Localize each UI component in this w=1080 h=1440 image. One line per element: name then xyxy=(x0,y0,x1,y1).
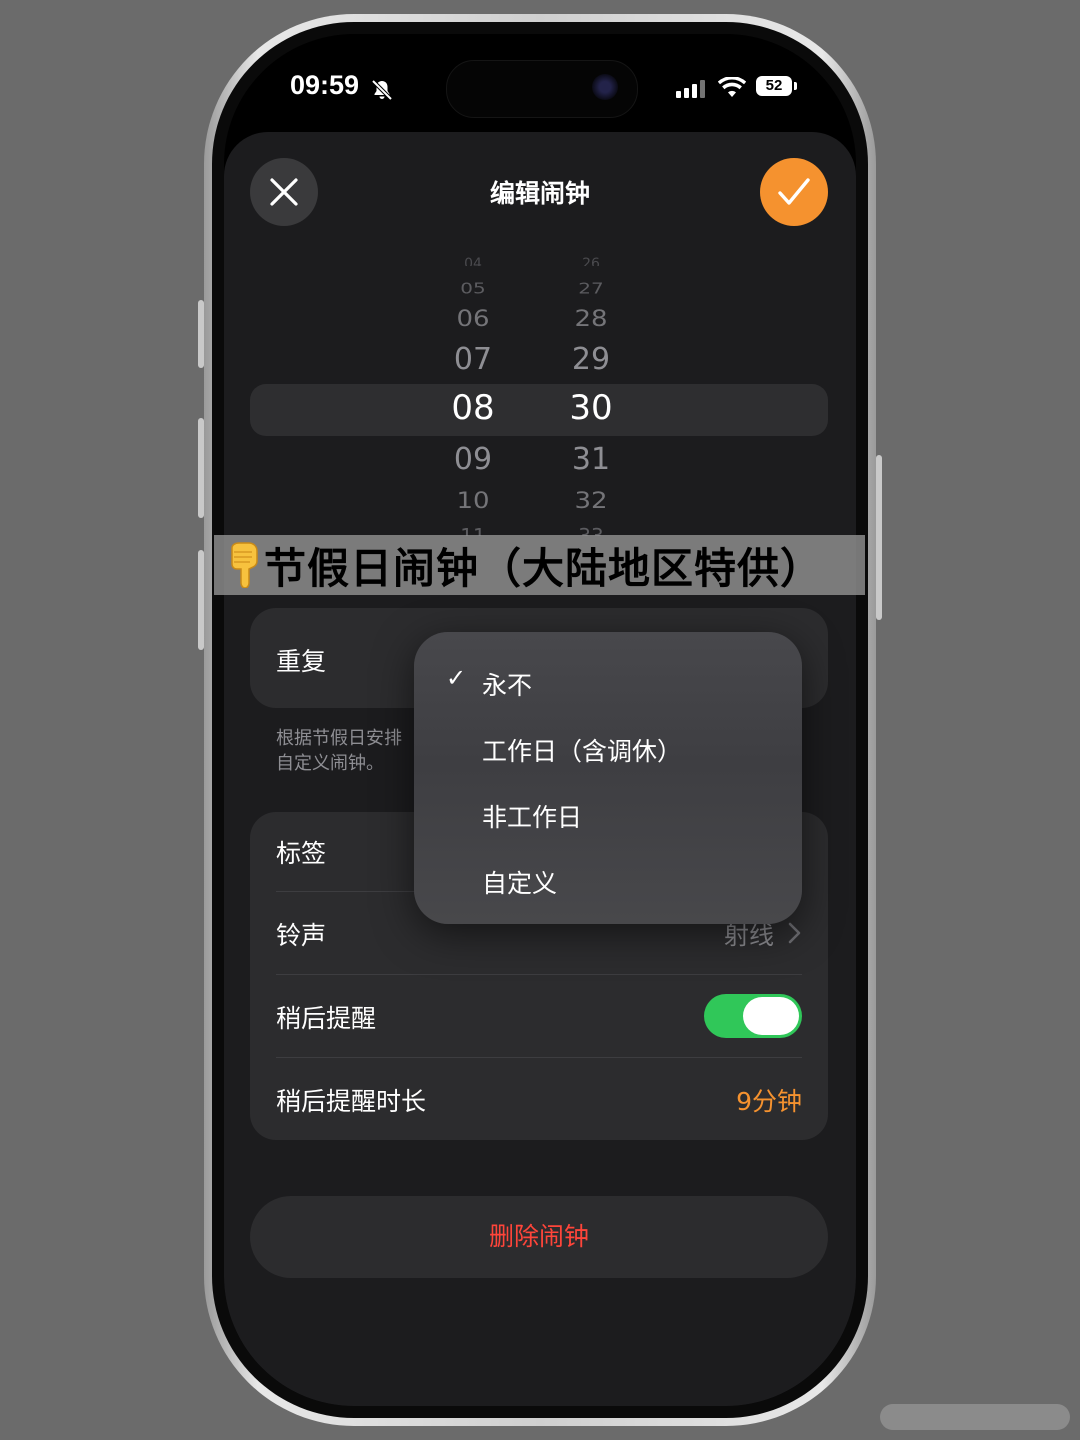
snooze-duration-value: 9分钟 xyxy=(736,1087,802,1116)
picker-hour: 07 xyxy=(453,342,493,377)
snooze-label: 稍后提醒 xyxy=(276,1004,377,1033)
volume-down-button xyxy=(198,550,204,650)
repeat-menu: ✓ 永不 工作日（含调休） 非工作日 自定义 xyxy=(414,632,802,924)
picker-minute: 28 xyxy=(574,306,608,332)
picker-hour-selected: 08 xyxy=(451,388,495,428)
battery-tip xyxy=(794,82,797,90)
menu-item-custom[interactable]: 自定义 xyxy=(414,846,802,912)
front-camera xyxy=(592,74,618,100)
delete-alarm-button[interactable]: 删除闹钟 xyxy=(250,1196,828,1278)
menu-item-non-workdays[interactable]: 非工作日 xyxy=(414,780,802,846)
picker-minute: 26 xyxy=(582,256,600,266)
watermark xyxy=(880,1404,1070,1430)
power-button xyxy=(876,455,882,620)
battery-icon: 52 xyxy=(756,76,792,96)
picker-minute: 27 xyxy=(578,279,604,297)
snooze-toggle[interactable] xyxy=(704,994,802,1038)
picker-hour: 04 xyxy=(464,256,482,266)
action-button xyxy=(198,300,204,368)
volume-up-button xyxy=(198,418,204,518)
repeat-footnote-line: 根据节假日安排 xyxy=(276,728,402,749)
bell-slash-icon xyxy=(371,79,393,101)
snooze-duration-label: 稍后提醒时长 xyxy=(276,1087,427,1116)
screen: 09:59 52 编辑闹钟 04 05 06 07 08 09 10 11 26… xyxy=(224,34,856,1406)
chevron-right-icon xyxy=(788,922,801,944)
wifi-icon xyxy=(718,77,746,97)
caption-text: 节假日闹钟（大陆地区特供） xyxy=(264,543,824,593)
edit-alarm-sheet: 编辑闹钟 04 05 06 07 08 09 10 11 26 27 28 29… xyxy=(224,132,856,1406)
checkmark-icon: ✓ xyxy=(446,664,467,692)
toggle-knob xyxy=(743,997,799,1035)
picker-selection-highlight xyxy=(250,384,828,436)
picker-hour: 10 xyxy=(456,488,490,514)
confirm-button[interactable] xyxy=(760,158,828,226)
picker-hour: 09 xyxy=(453,442,493,477)
repeat-label: 重复 xyxy=(276,647,327,676)
pointing-down-hand-icon xyxy=(231,542,258,588)
menu-item-label: 工作日（含调休） xyxy=(482,737,683,766)
menu-item-label: 永不 xyxy=(482,671,533,700)
menu-item-label: 非工作日 xyxy=(482,803,583,832)
picker-hour: 05 xyxy=(460,279,486,297)
picker-minute: 29 xyxy=(571,342,611,377)
menu-item-label: 自定义 xyxy=(482,869,558,898)
picker-minute-selected: 30 xyxy=(569,388,613,428)
picker-hour: 06 xyxy=(456,306,490,332)
label-row-label: 标签 xyxy=(276,839,327,868)
picker-minute: 31 xyxy=(571,442,611,477)
picker-minute: 32 xyxy=(574,488,608,514)
ringtone-label: 铃声 xyxy=(276,921,327,950)
checkmark-icon xyxy=(778,178,810,205)
status-time: 09:59 xyxy=(290,70,360,100)
snooze-duration-row[interactable]: 稍后提醒时长 9分钟 xyxy=(250,1058,828,1140)
caption-banner: 节假日闹钟（大陆地区特供） xyxy=(214,535,865,595)
menu-item-workdays[interactable]: 工作日（含调休） xyxy=(414,714,802,780)
cellular-signal-icon xyxy=(676,80,705,98)
menu-item-never[interactable]: ✓ 永不 xyxy=(414,648,802,714)
snooze-row: 稍后提醒 xyxy=(250,975,828,1057)
